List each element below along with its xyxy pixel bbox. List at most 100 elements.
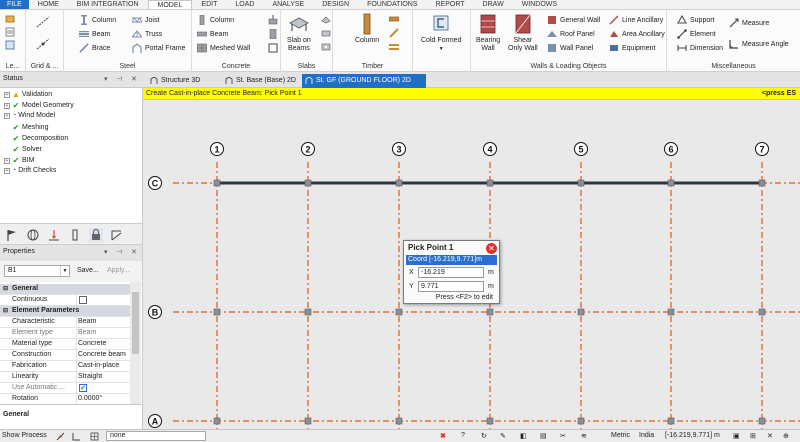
tab-structure-3d[interactable]: Structure 3D bbox=[147, 74, 206, 88]
y-input[interactable]: 9.771 bbox=[418, 281, 484, 292]
close-icon[interactable]: ✕ bbox=[486, 243, 497, 254]
level-edit-icon[interactable] bbox=[5, 27, 15, 37]
grid-node[interactable] bbox=[667, 308, 675, 316]
area-ancillary-button[interactable]: Area Ancillary bbox=[609, 29, 665, 39]
tree-item-solver[interactable]: ✔ Solver bbox=[4, 145, 42, 154]
prop-value[interactable]: Concrete bbox=[78, 340, 106, 347]
scrollbar-thumb[interactable] bbox=[132, 292, 139, 354]
globe-icon[interactable] bbox=[26, 228, 40, 242]
chevron-down-icon[interactable]: ▼ bbox=[60, 266, 69, 276]
apply-button[interactable]: Apply... bbox=[107, 267, 130, 274]
line-ancillary-button[interactable]: Line Ancillary bbox=[609, 15, 663, 25]
command-input[interactable]: none bbox=[106, 431, 206, 441]
print-icon[interactable]: ▤ bbox=[540, 432, 547, 440]
measure-button[interactable]: Measure bbox=[729, 18, 769, 28]
grid-node[interactable] bbox=[213, 308, 221, 316]
grid-node[interactable] bbox=[577, 308, 585, 316]
prop-value[interactable]: Straight bbox=[78, 373, 102, 380]
menu-model[interactable]: MODEL bbox=[147, 0, 193, 9]
grid-node[interactable] bbox=[577, 417, 585, 425]
shear-only-wall-button[interactable]: Shear Only Wall bbox=[508, 13, 538, 53]
grid-node[interactable] bbox=[395, 179, 403, 187]
tab-st-gf-2d[interactable]: St. GF (GROUND FLOOR) 2D bbox=[302, 74, 426, 88]
element-button[interactable]: Element bbox=[677, 29, 716, 39]
expand-icon[interactable]: + bbox=[4, 157, 10, 164]
menu-draw[interactable]: DRAW bbox=[474, 0, 513, 9]
expand-icon[interactable]: + bbox=[4, 112, 10, 119]
panel-menu-icon[interactable]: ▾ bbox=[104, 75, 108, 83]
menu-report[interactable]: REPORT bbox=[427, 0, 474, 9]
meshed-wall-button[interactable]: Meshed Wall bbox=[197, 43, 250, 53]
roof-panel-button[interactable]: Roof Panel bbox=[547, 29, 595, 39]
tree-item-meshing[interactable]: ✔ Meshing bbox=[4, 123, 49, 132]
concrete-core-icon[interactable] bbox=[268, 43, 278, 53]
snap-icon[interactable] bbox=[56, 432, 65, 441]
prop-value[interactable]: 0.0000° bbox=[78, 395, 102, 402]
cold-formed-button[interactable]: Cold Formed ▼ bbox=[421, 13, 461, 53]
general-wall-button[interactable]: General Wall bbox=[547, 15, 600, 25]
prop-value[interactable]: Beam bbox=[78, 318, 96, 325]
slab-opening-icon[interactable] bbox=[321, 42, 331, 52]
menu-edit[interactable]: EDIT bbox=[192, 0, 226, 9]
slab-rect-icon[interactable] bbox=[321, 28, 331, 38]
property-set-select[interactable]: B1 ▼ bbox=[4, 265, 70, 277]
properties-scrollbar[interactable] bbox=[130, 282, 141, 404]
timber-beam-icon[interactable] bbox=[389, 14, 399, 24]
help-icon[interactable]: ? bbox=[461, 432, 465, 439]
grid-arc-icon[interactable] bbox=[36, 38, 50, 50]
grid-node[interactable] bbox=[213, 417, 221, 425]
wall-panel-button[interactable]: Wall Panel bbox=[547, 43, 593, 53]
tree-item-wind-model[interactable]: + ◔ Wind Model bbox=[4, 112, 55, 119]
grid-node[interactable] bbox=[667, 179, 675, 187]
steel-truss-button[interactable]: Truss bbox=[132, 29, 162, 39]
steel-column-button[interactable]: Column bbox=[79, 15, 116, 25]
region-label[interactable]: India bbox=[639, 432, 654, 439]
close-status-icon[interactable]: ✕ bbox=[767, 432, 773, 440]
prop-value[interactable]: Concrete beam bbox=[78, 351, 126, 358]
collapse-icon[interactable]: ⊟ bbox=[3, 307, 8, 314]
slab-polygon-icon[interactable] bbox=[321, 14, 331, 24]
section-general[interactable]: ⊟ General bbox=[0, 284, 130, 295]
steel-portal-frame-button[interactable]: Portal Frame bbox=[132, 43, 185, 53]
timber-column-button[interactable]: Column bbox=[355, 13, 379, 45]
grid-node[interactable] bbox=[486, 179, 494, 187]
view-icon[interactable]: ◧ bbox=[520, 432, 527, 440]
panel-close-icon[interactable]: ✕ bbox=[131, 75, 137, 83]
tools-icon[interactable]: ✂ bbox=[560, 432, 566, 440]
menu-analyse[interactable]: ANALYSE bbox=[263, 0, 313, 9]
tree-item-validation[interactable]: + ▲ Validation bbox=[4, 90, 52, 99]
grid-status-icon[interactable]: ⊞ bbox=[750, 432, 756, 440]
concrete-beam-button[interactable]: Beam bbox=[197, 29, 228, 39]
load-icon[interactable] bbox=[47, 228, 61, 242]
concrete-wall-icon[interactable] bbox=[268, 29, 278, 39]
zoom-icon[interactable]: ⊕ bbox=[783, 432, 789, 440]
concrete-column-button[interactable]: Column bbox=[197, 15, 234, 25]
steel-brace-button[interactable]: Brace bbox=[79, 43, 110, 53]
grid-node[interactable] bbox=[758, 179, 766, 187]
menu-design[interactable]: DESIGN bbox=[313, 0, 358, 9]
section-element-parameters[interactable]: ⊟ Element Parameters bbox=[0, 306, 130, 317]
grid-node[interactable] bbox=[758, 417, 766, 425]
layers-icon[interactable]: ≋ bbox=[581, 432, 587, 440]
panel-menu-icon[interactable]: ▾ bbox=[104, 248, 108, 256]
tree-item-bim[interactable]: + ✔ BIM bbox=[4, 156, 34, 165]
grid-node[interactable] bbox=[213, 179, 221, 187]
save-button[interactable]: Save... bbox=[77, 267, 99, 274]
menu-home[interactable]: HOME bbox=[29, 0, 68, 9]
refresh-icon[interactable]: ↻ bbox=[481, 432, 487, 440]
steel-beam-button[interactable]: Beam bbox=[79, 29, 110, 39]
menu-file[interactable]: FILE bbox=[0, 0, 29, 9]
menu-bim-integration[interactable]: BIM INTEGRATION bbox=[68, 0, 148, 9]
grid-toggle-icon[interactable] bbox=[90, 432, 99, 441]
error-icon[interactable]: ✖ bbox=[440, 432, 446, 440]
pin-icon[interactable]: ⊣ bbox=[116, 75, 122, 83]
grid-line-icon[interactable] bbox=[36, 16, 50, 28]
expand-icon[interactable]: + bbox=[4, 91, 10, 98]
units-label[interactable]: Metric bbox=[611, 432, 630, 439]
grid-node[interactable] bbox=[486, 308, 494, 316]
grid-node[interactable] bbox=[304, 417, 312, 425]
slab-on-beams-button[interactable]: Slab on Beams bbox=[287, 13, 311, 53]
menu-load[interactable]: LOAD bbox=[226, 0, 263, 9]
pin-icon[interactable]: ⊣ bbox=[116, 248, 122, 256]
lock-status-icon[interactable]: ▣ bbox=[733, 432, 740, 440]
